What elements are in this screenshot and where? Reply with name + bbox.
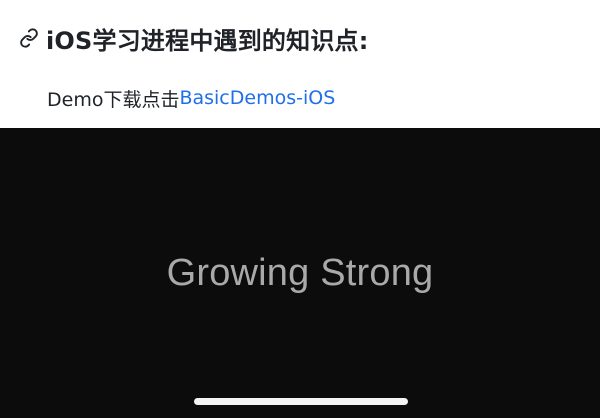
section-heading: iOS学习进程中遇到的知识点:: [18, 20, 369, 56]
link-icon[interactable]: [18, 27, 40, 49]
download-paragraph: Demo下载点击 BasicDemos-iOS: [47, 84, 335, 112]
home-indicator[interactable]: [194, 398, 408, 405]
video-player[interactable]: Growing Strong: [0, 128, 600, 418]
basicdemos-ios-link[interactable]: BasicDemos-iOS: [179, 87, 335, 109]
article-header-area: iOS学习进程中遇到的知识点: Demo下载点击 BasicDemos-iOS: [0, 0, 600, 128]
section-title: iOS学习进程中遇到的知识点:: [46, 26, 369, 55]
video-title-text: Growing Strong: [166, 252, 434, 294]
download-prefix-text: Demo下载点击: [47, 88, 180, 111]
